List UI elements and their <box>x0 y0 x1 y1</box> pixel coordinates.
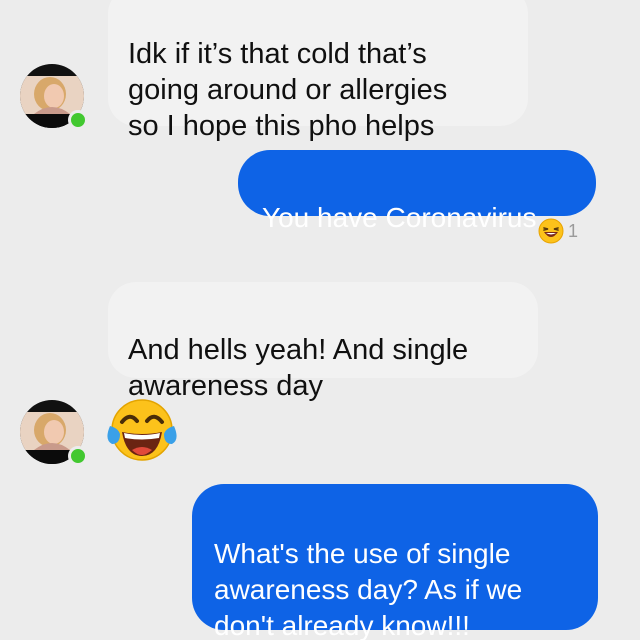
message-text: What's the use of single awareness day? … <box>214 538 523 640</box>
tears-of-joy-emoji-icon <box>107 399 177 461</box>
emoji-message[interactable] <box>106 396 178 469</box>
laughing-emoji-icon <box>538 218 564 244</box>
conversation-thread: Idk if it’s that cold that’s going aroun… <box>0 0 640 640</box>
contact-avatar[interactable] <box>20 400 88 466</box>
message-text: You have Coronavirus <box>262 202 537 233</box>
incoming-message[interactable]: And hells yeah! And single awareness day <box>108 282 538 402</box>
message-reaction[interactable]: 1 <box>538 218 578 244</box>
incoming-message[interactable]: Idk if it’s that cold that’s going aroun… <box>108 0 528 142</box>
message-text: And hells yeah! And single awareness day <box>128 334 469 402</box>
message-text: Idk if it’s that cold that’s going aroun… <box>128 38 448 142</box>
reaction-count: 1 <box>568 220 579 241</box>
outgoing-message[interactable]: You have Coronavirus <box>238 150 596 233</box>
contact-avatar[interactable] <box>20 64 88 130</box>
outgoing-message[interactable]: What's the use of single awareness day? … <box>192 484 598 640</box>
online-status-dot <box>68 446 88 466</box>
online-status-dot <box>68 110 88 130</box>
